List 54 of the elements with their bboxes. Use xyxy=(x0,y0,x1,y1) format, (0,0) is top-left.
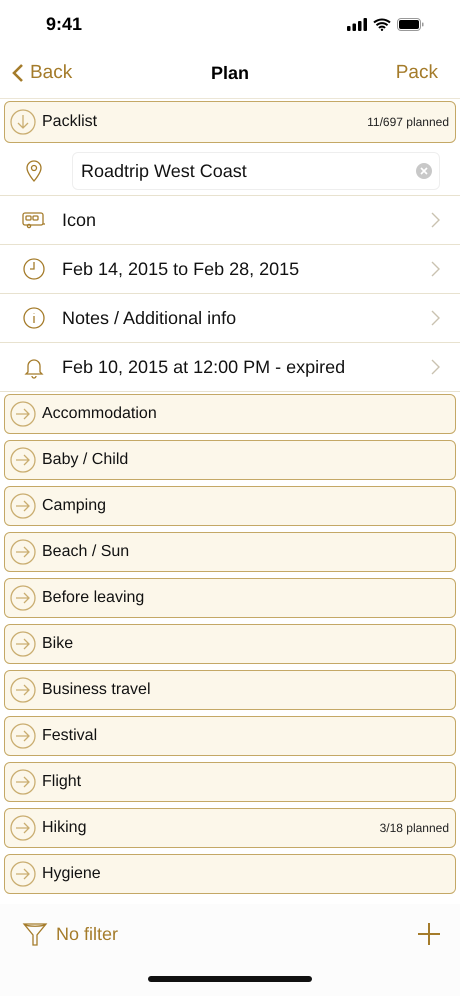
category-label: Camping xyxy=(42,497,108,515)
planned-count: 11/697 planned xyxy=(367,115,449,129)
category-row[interactable]: Camping xyxy=(4,486,456,526)
pack-button[interactable]: Pack xyxy=(396,62,438,84)
battery-icon xyxy=(397,18,424,30)
nav-title: Plan xyxy=(211,62,249,84)
category-row[interactable]: Hygiene xyxy=(4,854,456,894)
detail-label: Notes / Additional info xyxy=(62,308,238,328)
chevron-icon xyxy=(431,261,440,277)
back-button[interactable]: Back xyxy=(12,62,72,84)
chevron-icon xyxy=(431,359,440,375)
category-label: Beach / Sun xyxy=(42,543,130,561)
filter-button[interactable]: No filter xyxy=(22,921,118,947)
detail-row[interactable]: Notes / Additional info xyxy=(0,294,460,343)
wifi-icon xyxy=(373,18,391,30)
detail-row[interactable]: Feb 14, 2015 to Feb 28, 2015 xyxy=(0,245,460,294)
close-icon xyxy=(420,167,428,175)
detail-label: Icon xyxy=(62,210,98,230)
detail-label: Feb 10, 2015 at 12:00 PM - expired xyxy=(62,356,346,378)
chevron-icon xyxy=(431,212,440,228)
packlist-label: Packlist xyxy=(42,113,98,131)
detail-row[interactable]: Icon xyxy=(0,196,460,245)
category-row[interactable]: Bike xyxy=(4,624,456,664)
clock-icon xyxy=(22,257,46,281)
category-row[interactable]: Beach / Sun xyxy=(4,532,456,572)
status-time: 9:41 xyxy=(46,14,82,34)
name-row[interactable]: Roadtrip West Coast xyxy=(0,147,460,196)
category-row[interactable]: Before leaving xyxy=(4,578,456,618)
category-label: Hygiene xyxy=(42,865,102,883)
category-label: Festival xyxy=(42,727,98,745)
back-chevron-icon xyxy=(12,63,24,83)
category-row[interactable]: Accommodation xyxy=(4,394,456,434)
funnel-icon xyxy=(22,921,48,947)
category-row[interactable]: Hiking 3/18 planned xyxy=(4,808,456,848)
add-icon[interactable] xyxy=(418,923,440,945)
chevron-icon xyxy=(431,310,440,326)
signal-icon xyxy=(347,18,367,30)
category-label: Before leaving xyxy=(42,589,146,607)
category-label: Accommodation xyxy=(42,405,158,423)
detail-row[interactable]: Feb 10, 2015 at 12:00 PM - expired xyxy=(0,343,460,392)
category-row[interactable]: Festival xyxy=(4,716,456,756)
packlist-header[interactable]: Packlist 11/697 planned xyxy=(4,101,456,143)
info-icon xyxy=(22,306,46,330)
category-label: Baby / Child xyxy=(42,451,130,469)
category-row[interactable]: Business travel xyxy=(4,670,456,710)
planned-count: 3/18 planned xyxy=(380,821,449,835)
category-label: Hiking xyxy=(42,819,88,837)
detail-label: Feb 14, 2015 to Feb 28, 2015 xyxy=(62,258,300,280)
category-row[interactable]: Baby / Child xyxy=(4,440,456,480)
category-row[interactable]: Flight xyxy=(4,762,456,802)
category-label: Business travel xyxy=(42,681,152,699)
category-label: Flight xyxy=(42,773,82,791)
name-field[interactable]: Roadtrip West Coast xyxy=(72,152,440,190)
category-label: Bike xyxy=(42,635,74,653)
